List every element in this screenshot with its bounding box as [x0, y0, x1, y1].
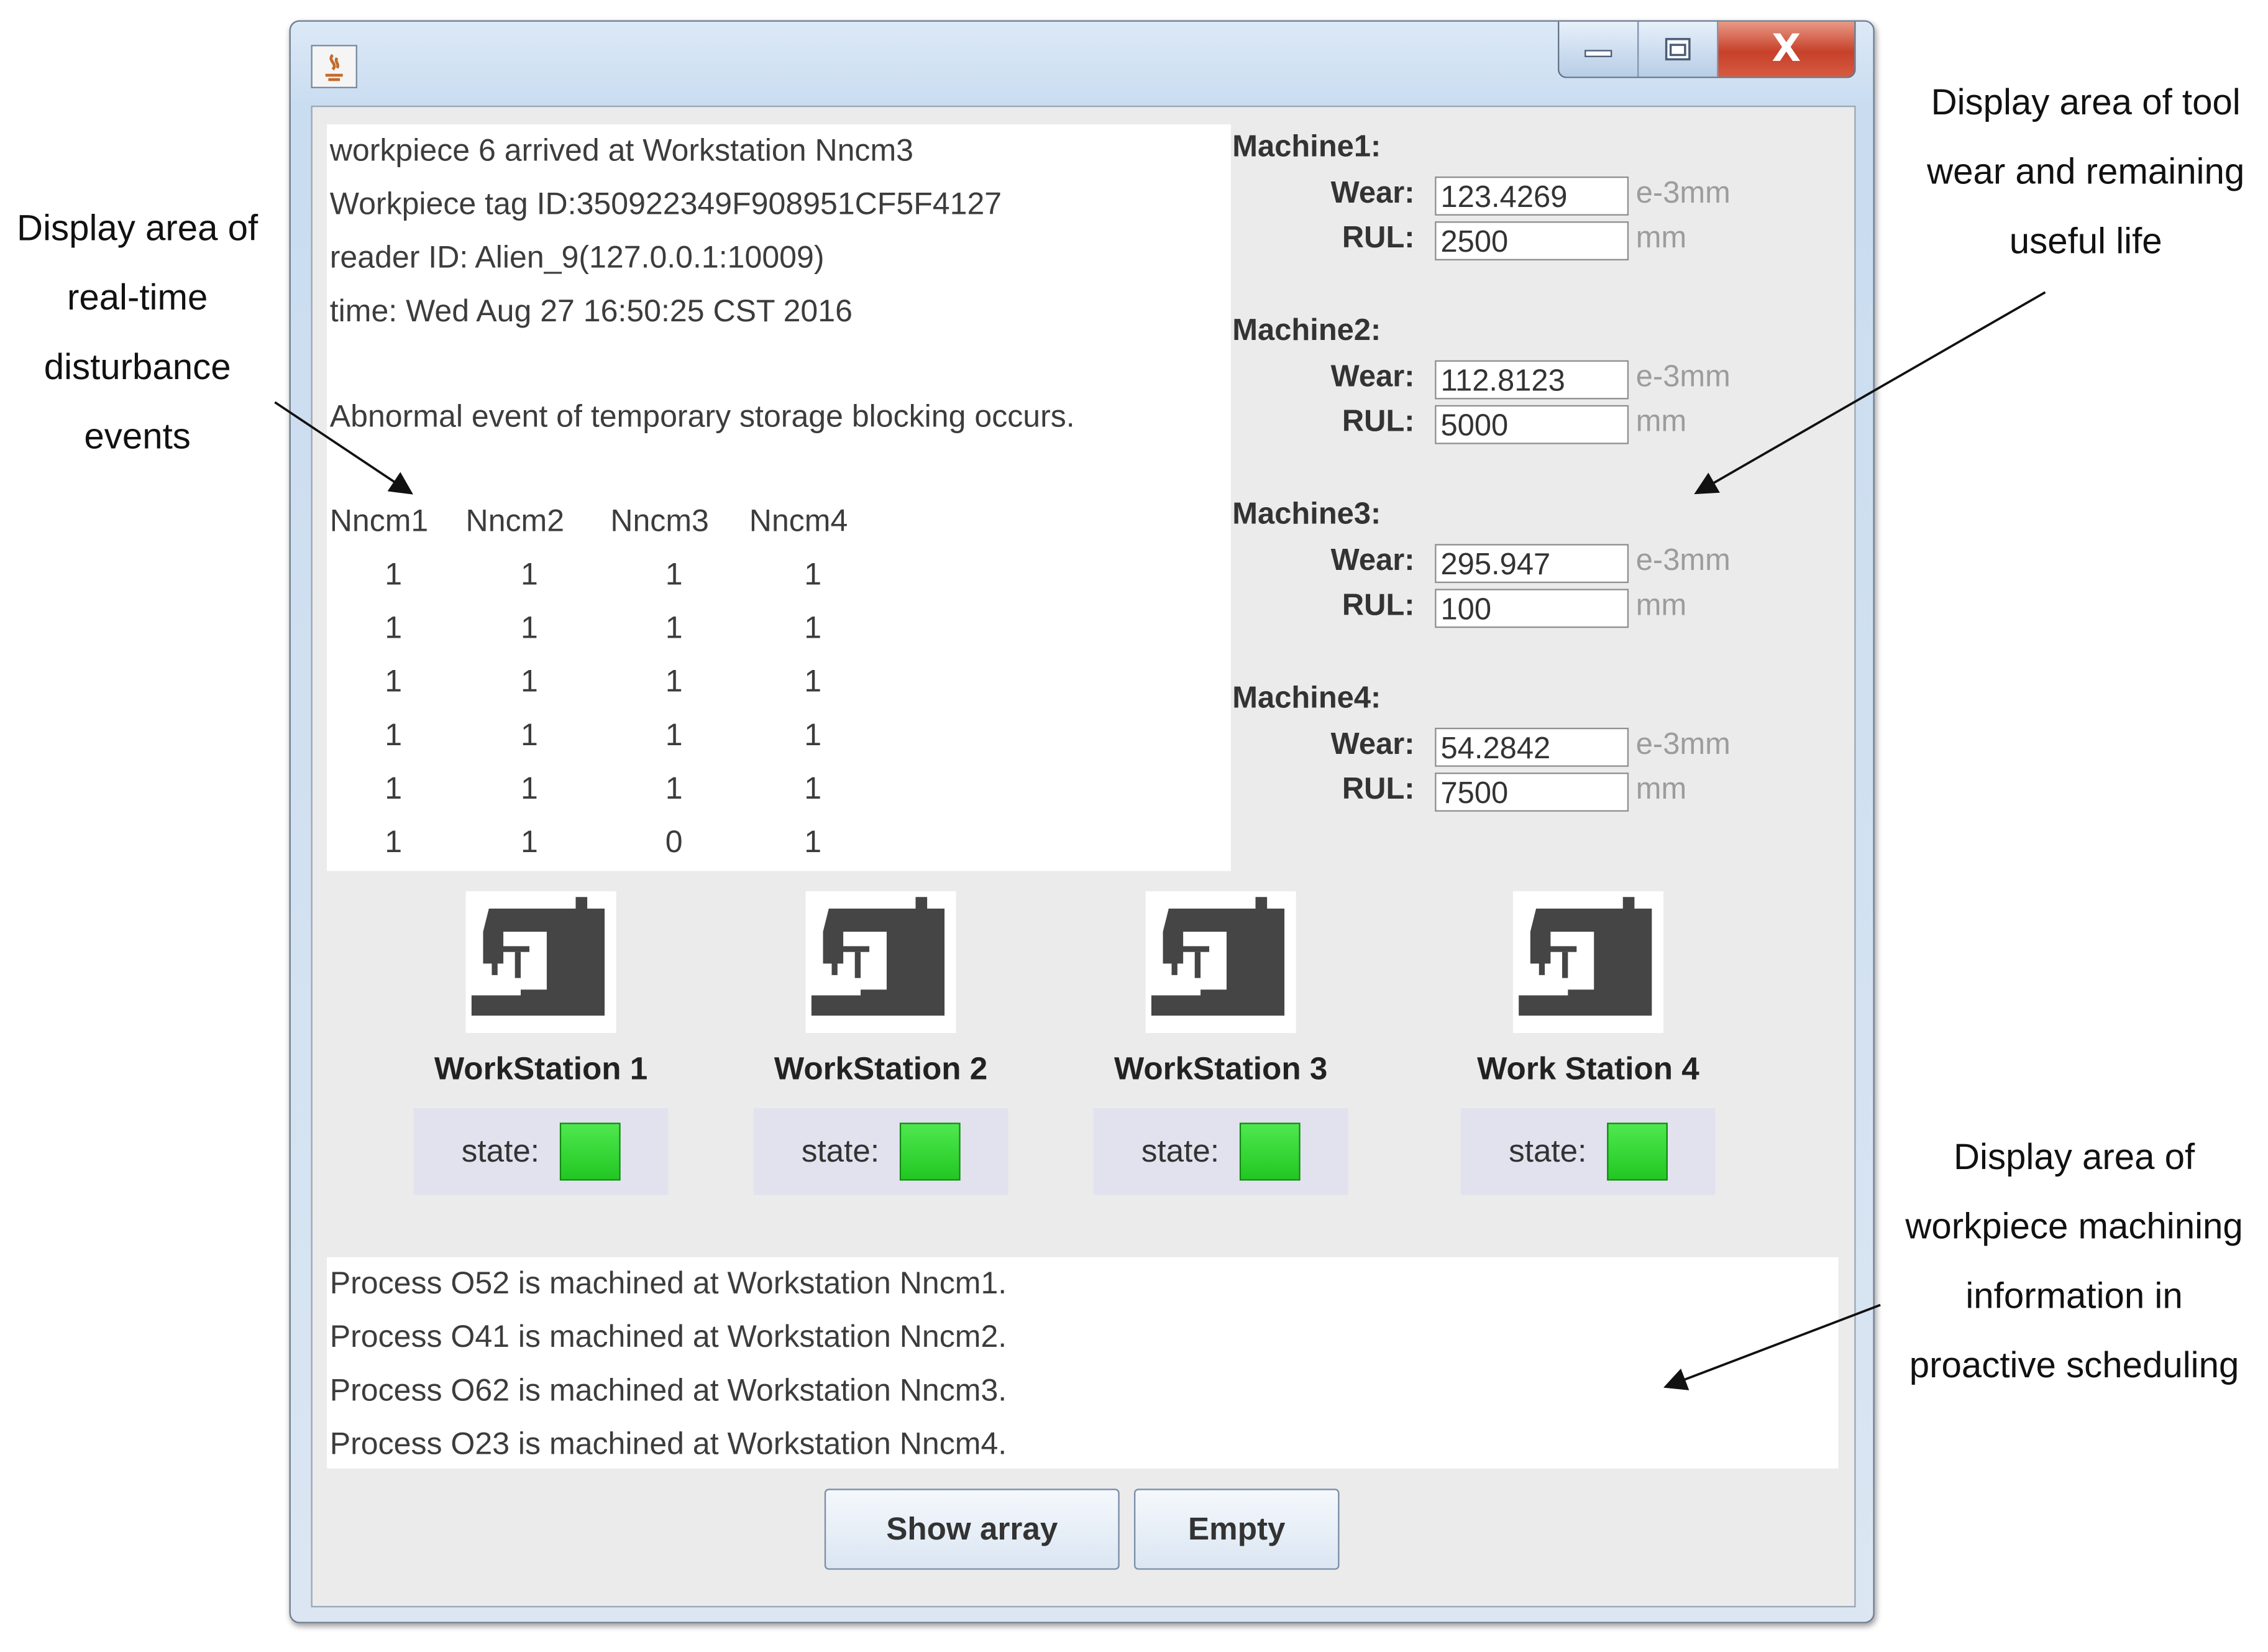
arrow-left	[274, 401, 413, 495]
arrow-right-bottom	[1663, 1303, 1881, 1390]
arrow-right-top	[1694, 291, 2046, 495]
annotation-arrows	[274, 291, 2046, 1390]
